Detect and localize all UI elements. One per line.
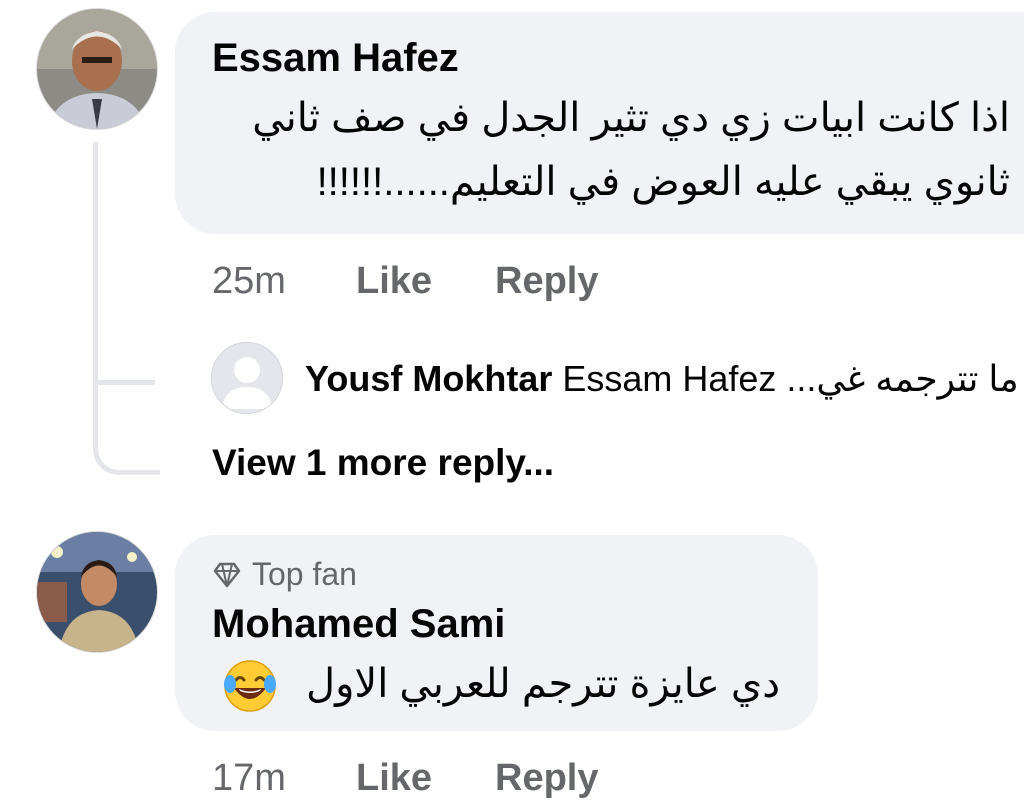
like-button[interactable]: Like bbox=[356, 260, 432, 303]
diamond-icon bbox=[213, 562, 241, 588]
reply-author-name[interactable]: Yousf Mokhtar bbox=[305, 358, 552, 399]
comment-author-name[interactable]: Essam Hafez bbox=[212, 36, 459, 81]
comments-section: Essam Hafez اذا كانت ابيات زي دي تثير ال… bbox=[0, 0, 1024, 800]
face-with-tears-of-joy-icon bbox=[224, 660, 276, 712]
top-fan-label: Top fan bbox=[252, 556, 357, 592]
top-fan-badge: Top fan bbox=[212, 556, 357, 593]
view-more-replies-link[interactable]: View 1 more reply... bbox=[212, 442, 554, 484]
avatar-yousf-mokhtar[interactable] bbox=[211, 342, 283, 414]
avatar-photo-icon bbox=[37, 532, 157, 652]
comment-timestamp[interactable]: 17m bbox=[212, 757, 286, 800]
reply-preview-text: Essam Hafez ...ما تترجمه غي bbox=[562, 358, 1019, 399]
comment-timestamp[interactable]: 25m bbox=[212, 260, 286, 303]
comment-text-line-2: ثانوي يبقي عليه العوض في التعليم......!!… bbox=[316, 160, 1010, 204]
avatar-mohamed-sami[interactable] bbox=[36, 531, 158, 653]
reply-preview[interactable]: Yousf Mokhtar Essam Hafez ...ما تترجمه غي bbox=[305, 358, 1024, 406]
thread-connector-elbow-reply bbox=[93, 340, 155, 385]
comment-author-name[interactable]: Mohamed Sami bbox=[212, 602, 505, 647]
like-button[interactable]: Like bbox=[356, 757, 432, 800]
thread-connector-elbow-view-more bbox=[93, 380, 160, 475]
default-profile-icon bbox=[212, 343, 282, 413]
comment-text-line-1: اذا كانت ابيات زي دي تثير الجدل في صف ثا… bbox=[252, 96, 1010, 140]
avatar-photo-icon bbox=[37, 9, 157, 129]
reply-button[interactable]: Reply bbox=[495, 757, 598, 800]
reply-button[interactable]: Reply bbox=[495, 260, 598, 303]
comment-text: دي عايزة تترجم للعربي الاول bbox=[306, 662, 780, 706]
avatar-essam-hafez[interactable] bbox=[36, 8, 158, 130]
